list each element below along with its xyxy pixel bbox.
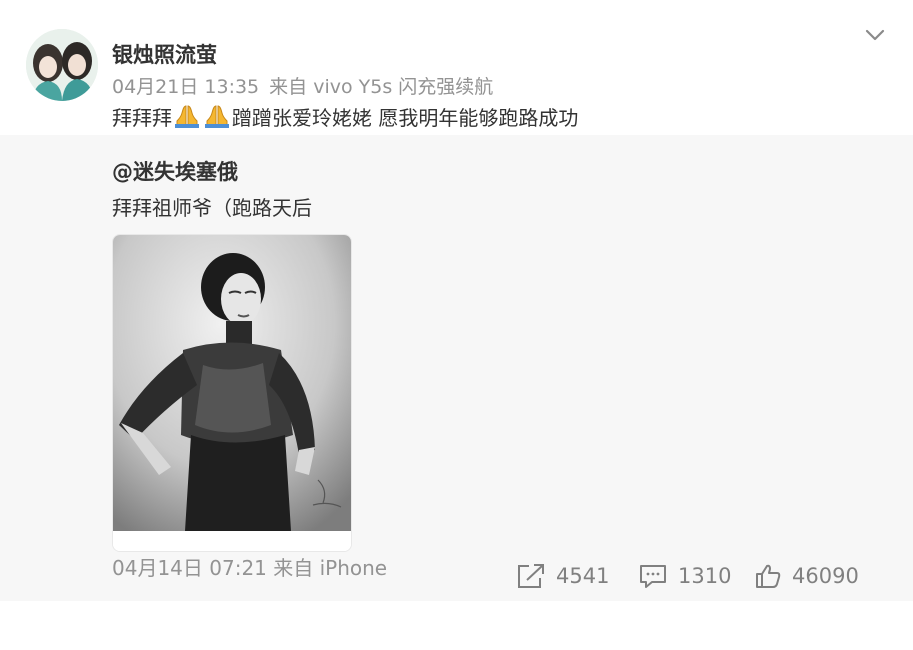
post-text-part: 蹭蹭张爱玲姥姥 愿我明年能够跑路成功 [232, 106, 579, 130]
original-post-image[interactable] [112, 234, 352, 552]
share-icon [518, 564, 544, 588]
share-count: 4541 [556, 564, 610, 588]
repost-card[interactable]: @迷失埃塞俄 拜拜祖师爷（跑路天后 04月14日 07:21 来自 iPhone… [0, 135, 913, 601]
chevron-down-icon[interactable] [862, 22, 888, 48]
username[interactable]: 银烛照流萤 [112, 40, 217, 70]
post-source[interactable]: 来自 vivo Y5s 闪充强续航 [269, 76, 493, 98]
original-post-meta[interactable]: 04月14日 07:21 来自 iPhone [112, 554, 387, 582]
original-post-text: 拜拜祖师爷（跑路天后 [112, 196, 312, 220]
folded-hands-emoji-icon [175, 105, 199, 128]
like-button[interactable]: 46090 [754, 562, 859, 590]
post-text-part: 拜拜拜 [112, 106, 172, 130]
thumbs-up-icon [756, 564, 781, 588]
like-count: 46090 [792, 564, 859, 588]
folded-hands-emoji-icon [205, 105, 229, 128]
post-text: 拜拜拜 蹭蹭张爱玲姥姥 愿我明年能够跑路成功 [112, 103, 578, 132]
avatar[interactable] [26, 29, 98, 101]
comment-button[interactable]: 1310 [638, 562, 754, 590]
action-bar: 4541 1310 46090 [516, 561, 859, 591]
post-meta: 04月21日 13:35 来自 vivo Y5s 闪充强续航 [112, 73, 493, 101]
comment-icon [640, 565, 666, 588]
post-timestamp[interactable]: 04月21日 13:35 [112, 76, 259, 98]
weibo-post: 银烛照流萤 04月21日 13:35 来自 vivo Y5s 闪充强续航 拜拜拜 蹭… [0, 0, 913, 650]
comment-count: 1310 [678, 564, 732, 588]
original-author-link[interactable]: @迷失埃塞俄 [112, 157, 238, 187]
share-button[interactable]: 4541 [516, 562, 638, 590]
